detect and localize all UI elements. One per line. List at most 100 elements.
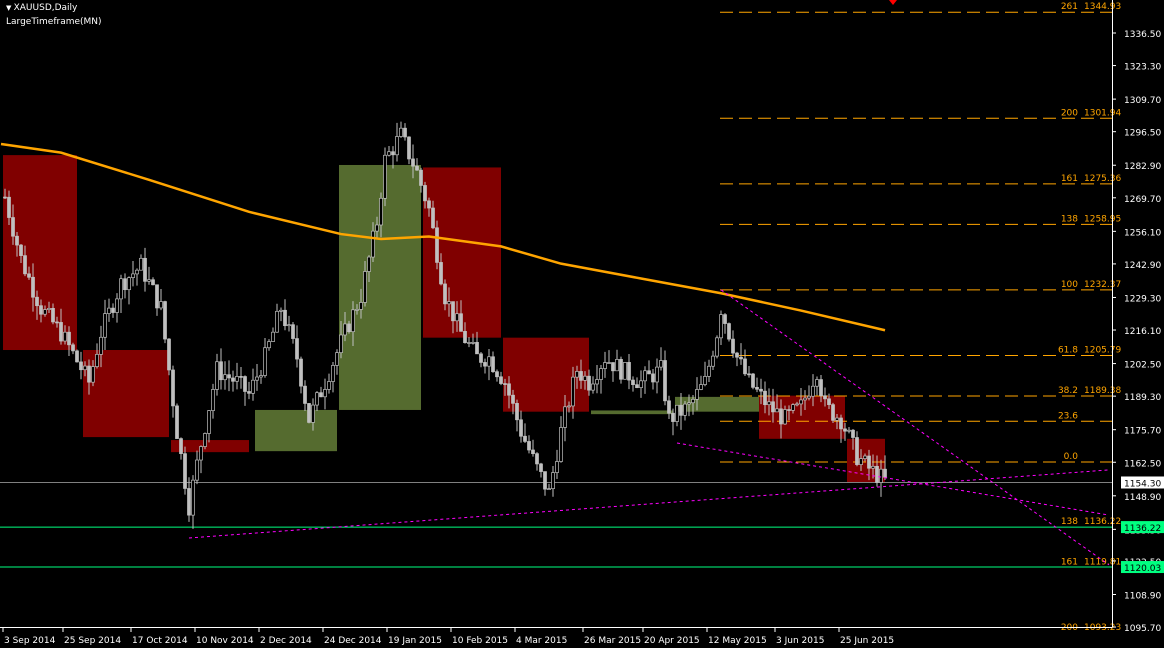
candle-body — [431, 207, 435, 229]
candle-body — [103, 313, 107, 338]
candle-body — [227, 374, 231, 379]
candle-body — [739, 356, 743, 360]
candle-body — [695, 389, 699, 400]
y-tick-label: 1108.90 — [1124, 591, 1161, 601]
candle-body — [763, 390, 767, 406]
candle-body — [659, 360, 663, 368]
candle-body — [731, 338, 735, 354]
symbol-text: XAUUSD,Daily — [13, 3, 78, 13]
candle-body — [163, 301, 167, 340]
fib-price-label: 1205.79 — [1084, 345, 1121, 355]
fib-price-label: 1232.37 — [1084, 280, 1121, 290]
candle-body — [587, 375, 591, 391]
candle-body — [447, 301, 451, 305]
projection-price-label: 1119.81 — [1084, 558, 1121, 568]
candle-body — [507, 383, 511, 396]
x-tick-label: 2 Dec 2014 — [260, 636, 312, 646]
candle-body — [787, 409, 791, 411]
candle-body — [479, 353, 483, 363]
candle-body — [851, 429, 855, 438]
candle-body — [879, 468, 883, 483]
candle-body — [43, 309, 47, 315]
candle-body — [355, 309, 359, 311]
candle-body — [11, 217, 15, 237]
candle-body — [723, 314, 727, 324]
candle-body — [819, 379, 823, 397]
candle-body — [395, 136, 399, 156]
candle-body — [231, 377, 235, 382]
candle-body — [627, 362, 631, 381]
y-tick-label: 1296.50 — [1124, 129, 1161, 139]
monthly-box — [255, 409, 337, 452]
candle-body — [755, 387, 759, 390]
candle-body — [399, 127, 403, 137]
y-tick-label: 1202.50 — [1124, 361, 1161, 371]
support-price-tag: 1120.03 — [1124, 564, 1161, 574]
candle-body — [243, 376, 247, 392]
candle-body — [167, 338, 171, 371]
trendline — [188, 469, 1110, 539]
price-chart[interactable]: 261 1344.93 200 1301.94 161 1275.36 138 1258.95… — [0, 0, 1164, 648]
candle-body — [51, 308, 55, 323]
candle-body — [707, 365, 711, 377]
candle-body — [543, 471, 547, 490]
candle-body — [263, 347, 267, 376]
x-tick-label: 10 Nov 2014 — [196, 636, 254, 646]
candle-body — [679, 404, 683, 416]
x-tick-label: 12 May 2015 — [708, 636, 767, 646]
candle-body — [675, 404, 679, 422]
candle-body — [719, 314, 723, 339]
candle-body — [467, 342, 471, 344]
candle-body — [427, 200, 431, 209]
y-tick-label: 1175.70 — [1124, 427, 1161, 437]
candle-body — [839, 417, 843, 430]
candle-body — [191, 479, 195, 516]
x-tick-label: 10 Feb 2015 — [452, 636, 508, 646]
candle-body — [599, 368, 603, 380]
candle-body — [239, 376, 243, 378]
candle-body — [807, 395, 811, 399]
candle-body — [235, 376, 239, 382]
dropdown-triangle-icon[interactable]: ▼ — [6, 4, 14, 12]
support-price-tag: 1136.22 — [1124, 524, 1161, 534]
candle-body — [55, 321, 59, 324]
candle-body — [667, 400, 671, 414]
candle-body — [547, 488, 551, 491]
y-tick-label: 1269.70 — [1124, 195, 1161, 205]
candle-body — [15, 235, 19, 246]
candle-body — [607, 362, 611, 364]
y-tick-label: 1323.30 — [1124, 63, 1161, 73]
candle-body — [683, 403, 687, 416]
candle-body — [511, 394, 515, 404]
candle-body — [255, 376, 259, 381]
candle-body — [771, 401, 775, 413]
candle-body — [379, 197, 383, 226]
candle-body — [419, 169, 423, 186]
candle-body — [671, 412, 675, 422]
candle-body — [455, 313, 459, 322]
candle-body — [159, 301, 163, 309]
candle-body — [27, 273, 31, 278]
fib-level-label: 100 — [1061, 280, 1078, 290]
candle-body — [767, 401, 771, 406]
candle-body — [71, 344, 75, 352]
candle-body — [319, 392, 323, 398]
candle-body — [187, 488, 191, 516]
candle-body — [883, 468, 887, 478]
y-tick-label: 1189.30 — [1124, 393, 1161, 403]
candle-body — [691, 399, 695, 404]
candle-body — [475, 342, 479, 355]
candle-body — [847, 429, 851, 432]
candle-body — [139, 257, 143, 271]
candle-body — [519, 419, 523, 437]
candle-body — [603, 362, 607, 369]
candle-body — [347, 323, 351, 333]
fib-level-label: 200 — [1061, 108, 1078, 118]
candle-body — [303, 385, 307, 404]
candle-body — [515, 403, 519, 421]
fib-price-label: 1275.36 — [1084, 174, 1121, 184]
candle-body — [411, 158, 415, 167]
candle-body — [651, 373, 655, 383]
candle-body — [747, 373, 751, 376]
candle-body — [655, 366, 659, 383]
